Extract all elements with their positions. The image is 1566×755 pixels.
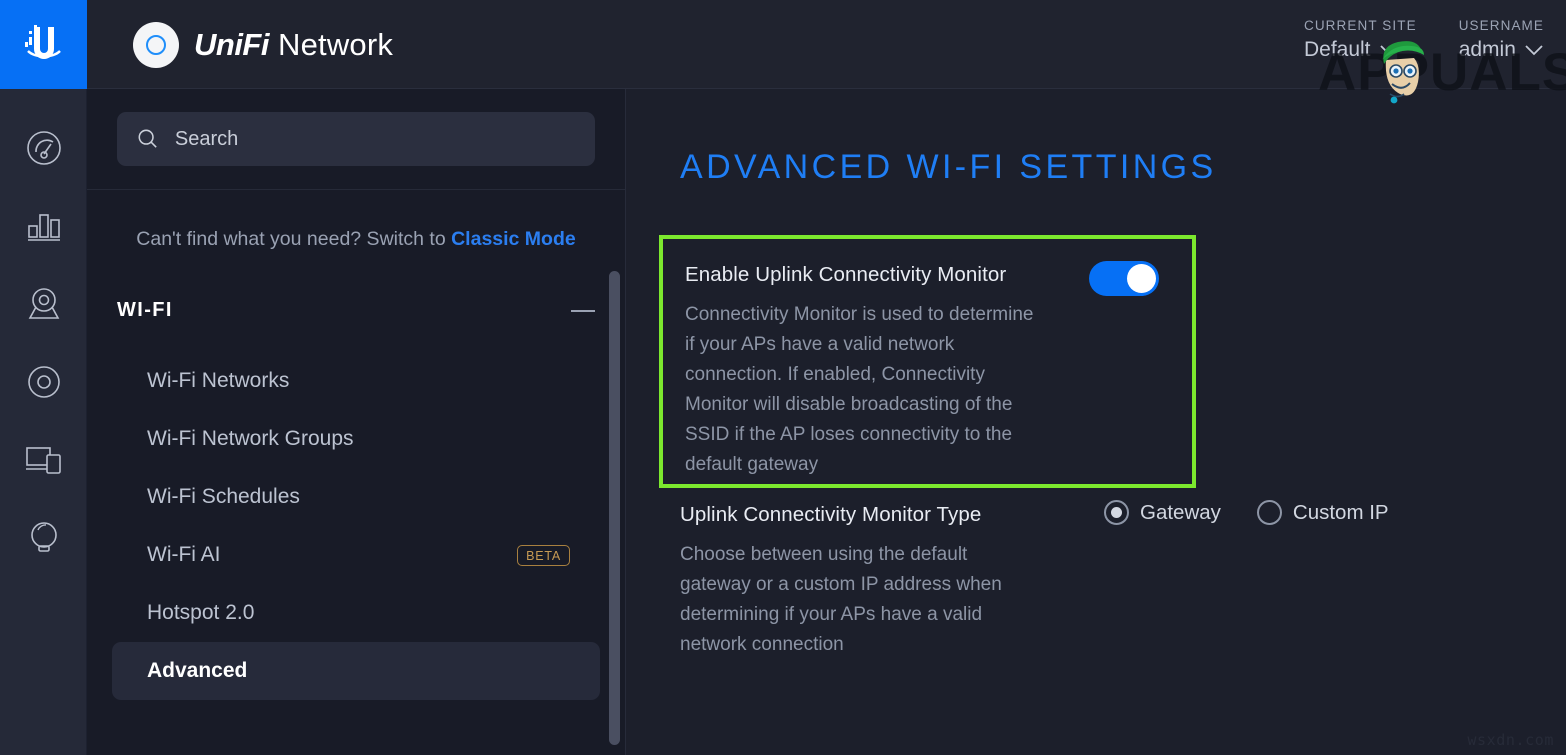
sidebar-group-title: WI-FI	[117, 299, 173, 322]
sidebar-group-wifi[interactable]: WI-FI	[87, 299, 625, 322]
app-header: UniFi Network CURRENT SITE Default USERN…	[0, 0, 1566, 89]
radio-label: Custom IP	[1293, 501, 1389, 525]
left-icon-rail	[0, 89, 87, 755]
sidebar-item-label: Hotspot 2.0	[147, 601, 254, 625]
beta-badge: BETA	[517, 545, 570, 566]
rail-item-statistics[interactable]	[0, 187, 87, 265]
sidebar-item-wi-fi-ai[interactable]: Wi-Fi AI BETA	[112, 526, 600, 584]
sidebar-item-label: Advanced	[147, 659, 247, 683]
brand: UniFi Network	[133, 22, 393, 68]
minus-icon[interactable]	[571, 310, 595, 312]
current-site-selector[interactable]: CURRENT SITE Default	[1304, 18, 1417, 62]
current-site-label: CURRENT SITE	[1304, 18, 1417, 33]
sidebar-item-wi-fi-network-groups[interactable]: Wi-Fi Network Groups	[112, 410, 600, 468]
sidebar-item-label: Wi-Fi AI	[147, 543, 221, 567]
lightbulb-icon	[27, 520, 61, 556]
sidebar-item-advanced[interactable]: Advanced	[112, 642, 600, 700]
brand-unifi-text: UniFi	[194, 27, 269, 63]
sidebar-item-wi-fi-schedules[interactable]: Wi-Fi Schedules	[112, 468, 600, 526]
toggle-knob	[1127, 264, 1156, 293]
username-label: USERNAME	[1459, 18, 1544, 33]
rail-item-insights[interactable]	[0, 499, 87, 577]
uplink-connectivity-monitor-type-row: Uplink Connectivity Monitor Type Choose …	[680, 503, 1500, 660]
sidebar-menu: Wi-Fi Networks Wi-Fi Network Groups Wi-F…	[87, 352, 625, 700]
bar-chart-icon	[26, 209, 62, 243]
radio-custom-ip[interactable]: Custom IP	[1257, 500, 1389, 525]
gauge-icon	[26, 130, 62, 166]
sidebar-item-hotspot-2-0[interactable]: Hotspot 2.0	[112, 584, 600, 642]
hint-text: Can't find what you need? Switch to	[136, 228, 451, 250]
monitor-type-radio-group: Gateway Custom IP	[1104, 500, 1389, 525]
map-pin-icon	[26, 286, 62, 322]
sidebar-item-label: Wi-Fi Networks	[147, 369, 289, 393]
search-icon	[137, 127, 159, 151]
setting-description: Connectivity Monitor is used to determin…	[685, 300, 1040, 480]
rail-item-devices[interactable]	[0, 343, 87, 421]
rail-item-dashboard[interactable]	[0, 109, 87, 187]
sidebar-item-label: Wi-Fi Network Groups	[147, 427, 354, 451]
rail-item-clients[interactable]	[0, 421, 87, 499]
username-text: admin	[1459, 38, 1516, 62]
sidebar-scrollbar-thumb[interactable]	[609, 271, 620, 745]
sidebar-item-label: Wi-Fi Schedules	[147, 485, 300, 509]
radio-dot-icon	[1257, 500, 1282, 525]
search-section	[87, 89, 625, 190]
brand-network-text: Network	[278, 27, 393, 63]
settings-sidebar: Can't find what you need? Switch to Clas…	[87, 89, 626, 755]
main-content: ADVANCED WI-FI SETTINGS Enable Uplink Co…	[626, 89, 1566, 755]
laptop-phone-icon	[25, 444, 63, 476]
ubiquiti-u-logo-icon	[24, 21, 64, 69]
chevron-down-icon	[1525, 45, 1543, 56]
rail-item-topology[interactable]	[0, 265, 87, 343]
radio-dot-icon	[1104, 500, 1129, 525]
unifi-network-app: UniFi Network CURRENT SITE Default USERN…	[0, 0, 1566, 755]
username-value: admin	[1459, 38, 1544, 62]
current-site-text: Default	[1304, 38, 1371, 62]
ubiquiti-logo-tile[interactable]	[0, 0, 87, 89]
search-input[interactable]	[175, 128, 575, 151]
chevron-down-icon	[1380, 45, 1398, 56]
uplink-connectivity-monitor-card: Enable Uplink Connectivity Monitor Conne…	[659, 235, 1196, 488]
classic-mode-hint: Can't find what you need? Switch to Clas…	[87, 190, 625, 251]
page-title: ADVANCED WI-FI SETTINGS	[680, 148, 1217, 187]
radio-label: Gateway	[1140, 501, 1221, 525]
access-point-circle-icon	[26, 364, 62, 400]
header-right: CURRENT SITE Default USERNAME admin	[1304, 18, 1544, 62]
search-box[interactable]	[117, 112, 595, 166]
classic-mode-link[interactable]: Classic Mode	[451, 228, 576, 250]
brand-title: UniFi Network	[194, 27, 393, 63]
username-menu[interactable]: USERNAME admin	[1459, 18, 1544, 62]
current-site-value: Default	[1304, 38, 1417, 62]
radio-gateway[interactable]: Gateway	[1104, 500, 1221, 525]
enable-uplink-connectivity-monitor-toggle[interactable]	[1089, 261, 1159, 296]
setting-description: Choose between using the default gateway…	[680, 540, 1035, 660]
access-point-icon	[133, 22, 179, 68]
sidebar-item-wi-fi-networks[interactable]: Wi-Fi Networks	[112, 352, 600, 410]
